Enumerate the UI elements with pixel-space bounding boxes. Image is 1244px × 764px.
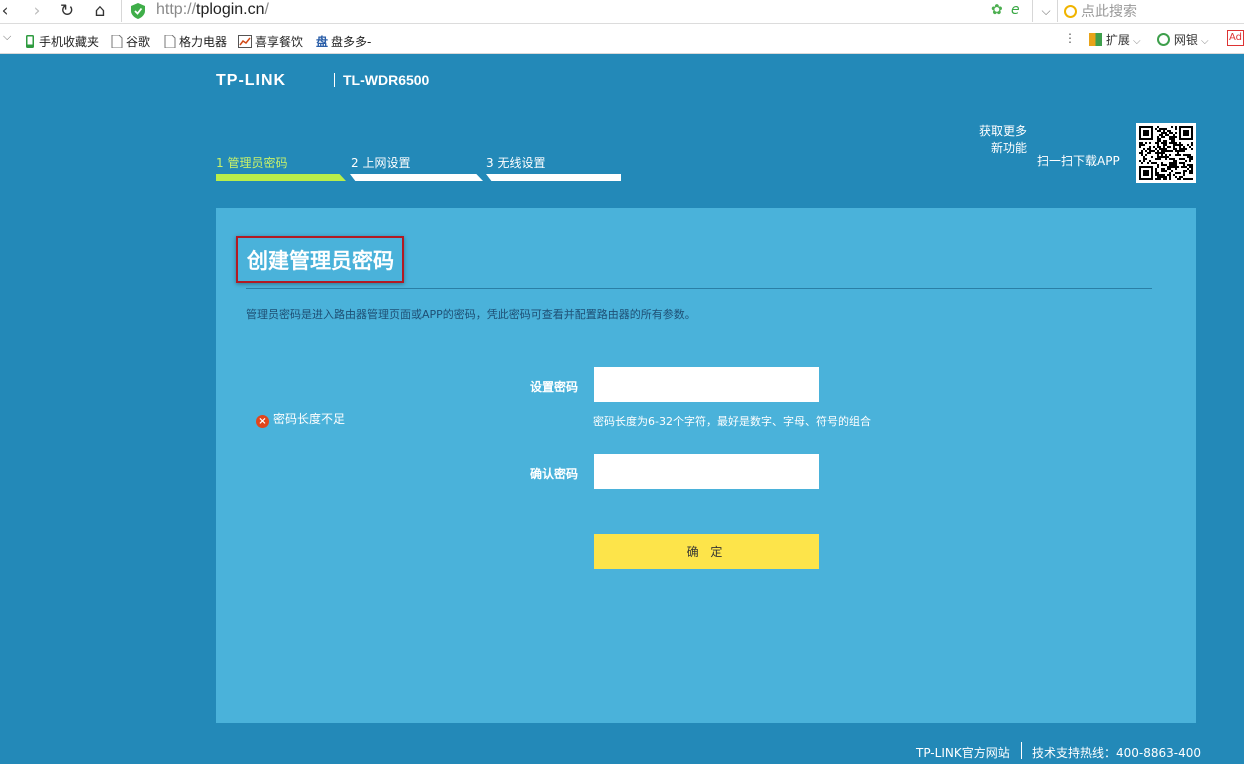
- compat-mode-icon[interactable]: ✿: [991, 2, 1003, 18]
- search-icon: [1064, 5, 1077, 18]
- url-suffix: /: [264, 1, 269, 18]
- set-password-input[interactable]: [594, 367, 819, 402]
- url-host: tplogin.cn: [196, 1, 265, 18]
- password-error: × 密码长度不足: [256, 410, 345, 428]
- title-divider: [246, 288, 1152, 289]
- netbank-icon: [1157, 33, 1170, 46]
- more-icon[interactable]: ⋮: [1064, 31, 1076, 45]
- step-progress-pending: [350, 174, 483, 181]
- page-icon: [164, 35, 176, 48]
- bookmark-panduoduo[interactable]: 盘盘多多-: [316, 33, 371, 50]
- back-icon[interactable]: ‹: [0, 0, 16, 22]
- url-protocol: http://: [156, 1, 197, 18]
- page-title: 创建管理员密码: [236, 236, 404, 283]
- confirm-button[interactable]: 确 定: [594, 534, 819, 569]
- bookmark-gree[interactable]: 格力电器: [164, 33, 227, 50]
- netbank-button[interactable]: 网银 ⌵: [1157, 31, 1209, 48]
- home-icon[interactable]: ⌂: [89, 0, 111, 22]
- qr-code-icon[interactable]: [1136, 123, 1196, 183]
- password-panel: 创建管理员密码 管理员密码是进入路由器管理页面或APP的密码，凭此密码可查看并配…: [216, 208, 1196, 723]
- address-divider: [1032, 0, 1033, 22]
- model-name: TL-WDR6500: [343, 72, 430, 88]
- adblock-icon[interactable]: Ad: [1227, 30, 1244, 46]
- set-password-label: 设置密码: [529, 380, 578, 394]
- bookmarks-bar: ⌵ 手机收藏夹 谷歌 格力电器 喜享餐饮 盘盘多多- ⋮ 扩展 ⌵ 网银 ⌵ A…: [0, 24, 1244, 54]
- page-description: 管理员密码是进入路由器管理页面或APP的密码，凭此密码可查看并配置路由器的所有参…: [246, 308, 696, 321]
- pan-icon: 盘: [316, 35, 329, 49]
- step-wireless-settings: 3 无线设置: [486, 156, 546, 170]
- footer-hotline: 技术支持热线：400-8863-400: [1032, 746, 1202, 760]
- step-progress-pending: [486, 174, 621, 181]
- address-divider: [121, 0, 122, 22]
- brand-logo: TP-LINK: [216, 72, 287, 89]
- address-divider: [1057, 0, 1058, 22]
- scan-download-text: 扫一扫下载APP: [1037, 154, 1120, 168]
- extensions-button[interactable]: 扩展 ⌵: [1089, 31, 1141, 48]
- chevron-down-icon[interactable]: ⌵: [3, 30, 11, 44]
- ie-icon[interactable]: e: [1011, 2, 1020, 18]
- qr-code: [1139, 126, 1193, 180]
- url-field[interactable]: http://tplogin.cn/: [156, 1, 269, 19]
- error-icon: ×: [256, 415, 269, 428]
- chart-icon: [238, 35, 252, 48]
- password-hint: 密码长度为6-32个字符，最好是数字、字母、符号的组合: [593, 415, 871, 428]
- phone-icon: [26, 35, 34, 48]
- search-placeholder: 点此搜索: [1081, 4, 1137, 20]
- bookmark-catering[interactable]: 喜享餐饮: [238, 33, 303, 50]
- step-internet-settings: 2 上网设置: [351, 156, 411, 170]
- confirm-password-input[interactable]: [594, 454, 819, 489]
- bookmark-mobile-favorites[interactable]: 手机收藏夹: [24, 33, 99, 50]
- page-icon: [111, 35, 123, 48]
- dropdown-icon[interactable]: ⌵: [1035, 0, 1057, 22]
- footer-divider: [1021, 742, 1022, 759]
- shield-icon[interactable]: [131, 3, 145, 19]
- footer-official-site-link[interactable]: TP-LINK官方网站: [916, 744, 1010, 761]
- logo-divider: [334, 73, 335, 87]
- step-progress-active: [216, 174, 346, 181]
- more-features-text: 获取更多 新功能: [978, 124, 1027, 155]
- confirm-password-label: 确认密码: [529, 467, 578, 481]
- refresh-icon[interactable]: ↻: [56, 0, 78, 22]
- address-bar: ‹ › ↻ ⌂ http://tplogin.cn/ ✿ e ⌵ 点此搜索: [0, 0, 1244, 24]
- forward-icon[interactable]: ›: [26, 0, 48, 22]
- search-input[interactable]: 点此搜索: [1064, 1, 1137, 21]
- bookmark-google[interactable]: 谷歌: [111, 33, 150, 50]
- step-admin-password: 1 管理员密码: [216, 156, 288, 170]
- extensions-icon: [1089, 33, 1102, 46]
